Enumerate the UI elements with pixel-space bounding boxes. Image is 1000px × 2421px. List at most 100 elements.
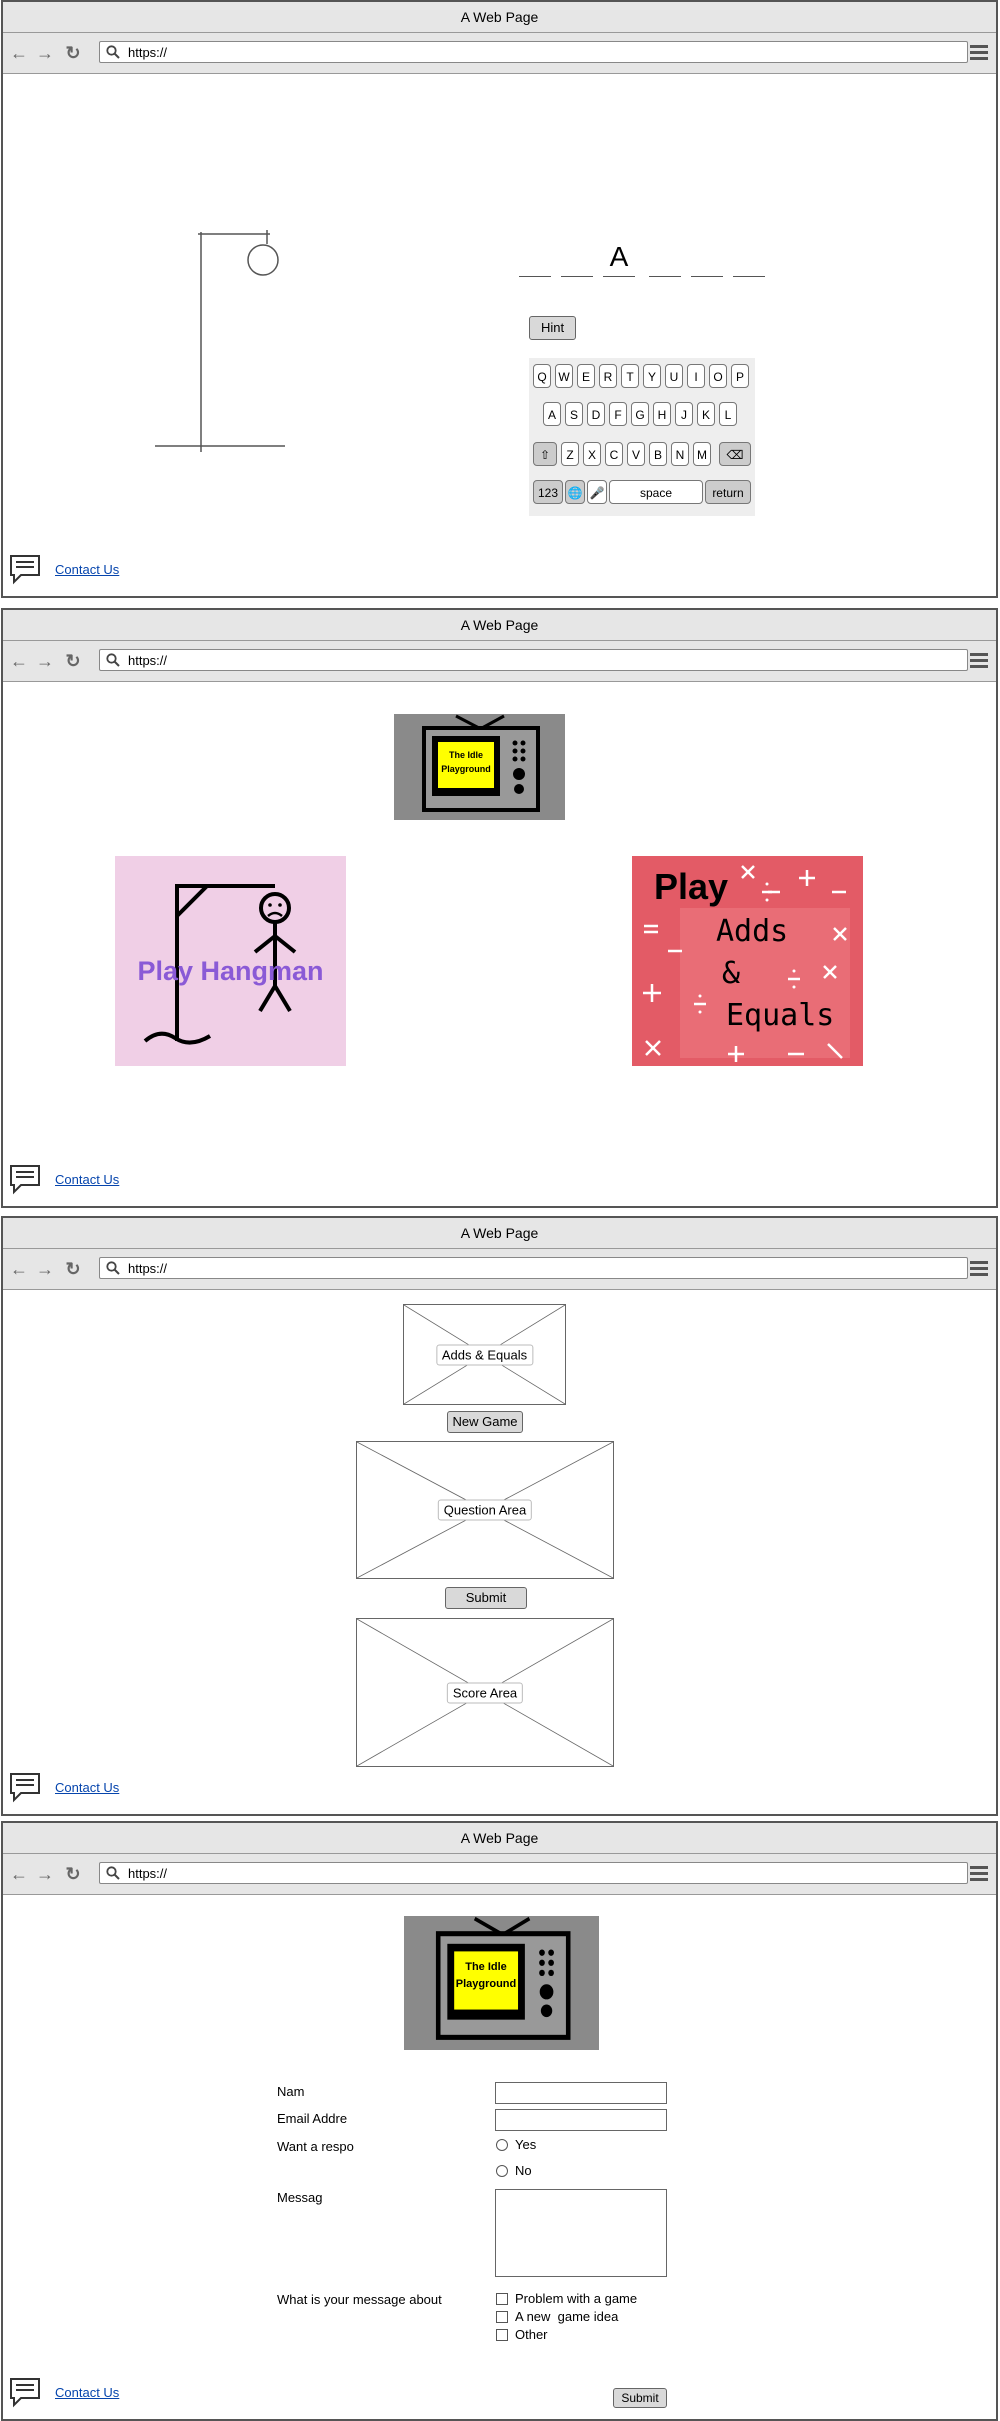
logo-text-line2: Playground <box>455 1978 517 1990</box>
chat-icon[interactable] <box>9 553 41 585</box>
reload-icon[interactable]: ↻ <box>63 1864 83 1884</box>
back-icon[interactable]: ← <box>9 1259 29 1279</box>
response-no-label: No <box>515 2163 532 2178</box>
play-hangman-tile[interactable]: Play Hangman <box>115 856 346 1066</box>
key-a[interactable]: A <box>543 402 561 426</box>
question-area: Question Area <box>356 1441 614 1579</box>
email-input[interactable] <box>495 2109 667 2131</box>
footer: Contact Us <box>9 552 119 586</box>
key-n[interactable]: N <box>671 442 689 466</box>
reload-icon[interactable]: ↻ <box>63 43 83 63</box>
topic-checkbox[interactable] <box>496 2293 508 2305</box>
space-key[interactable]: space <box>609 480 703 504</box>
contact-us-link[interactable]: Contact Us <box>55 562 119 577</box>
message-topic-label: What is your message about <box>277 2292 442 2307</box>
shift-key[interactable]: ⇧ <box>533 442 557 466</box>
key-h[interactable]: H <box>653 402 671 426</box>
idle-playground-logo: The Idle Playground <box>404 1916 599 2050</box>
search-icon <box>106 1866 120 1880</box>
menu-icon[interactable] <box>970 653 988 671</box>
adds-tile-line2: & <box>722 956 741 991</box>
key-r[interactable]: R <box>599 364 617 388</box>
play-adds-equals-tile[interactable]: Play Adds & Equals <box>632 856 863 1066</box>
letter-slot <box>519 240 551 277</box>
key-w[interactable]: W <box>555 364 573 388</box>
response-yes-radio[interactable] <box>496 2139 508 2151</box>
key-s[interactable]: S <box>565 402 583 426</box>
menu-icon[interactable] <box>970 1261 988 1279</box>
response-no-radio[interactable] <box>496 2165 508 2177</box>
key-t[interactable]: T <box>621 364 639 388</box>
topic-checkbox[interactable] <box>496 2329 508 2341</box>
contact-us-link[interactable]: Contact Us <box>55 1780 119 1795</box>
chat-icon[interactable] <box>9 2376 41 2408</box>
url-bar[interactable]: https:// <box>99 1862 968 1884</box>
microphone-icon[interactable]: 🎤 <box>587 480 607 504</box>
word-display: A <box>519 240 769 280</box>
key-q[interactable]: Q <box>533 364 551 388</box>
key-l[interactable]: L <box>719 402 737 426</box>
contact-us-link[interactable]: Contact Us <box>55 2385 119 2400</box>
key-v[interactable]: V <box>627 442 645 466</box>
numbers-key[interactable]: 123 <box>533 480 563 504</box>
chat-icon[interactable] <box>9 1163 41 1195</box>
onscreen-keyboard: QWERTYUIOP ASDFGHJKL ⇧ ZXCVBNM ⌫ 123 🌐 🎤… <box>529 358 755 516</box>
key-j[interactable]: J <box>675 402 693 426</box>
return-key[interactable]: return <box>705 480 751 504</box>
reload-icon[interactable]: ↻ <box>63 1259 83 1279</box>
letter-slot <box>733 240 765 277</box>
key-y[interactable]: Y <box>643 364 661 388</box>
url-bar[interactable]: https:// <box>99 41 968 63</box>
key-o[interactable]: O <box>709 364 727 388</box>
logo-text-line1: The Idle <box>448 750 483 760</box>
key-d[interactable]: D <box>587 402 605 426</box>
key-u[interactable]: U <box>665 364 683 388</box>
chat-icon[interactable] <box>9 1771 41 1803</box>
game-title-image: Adds & Equals <box>403 1304 566 1405</box>
hangman-tile-label: Play Hangman <box>137 956 324 986</box>
key-m[interactable]: M <box>693 442 711 466</box>
letter-slot <box>691 240 723 277</box>
submit-answer-button[interactable]: Submit <box>445 1587 527 1609</box>
menu-icon[interactable] <box>970 45 988 63</box>
key-k[interactable]: K <box>697 402 715 426</box>
topic-checkbox[interactable] <box>496 2311 508 2323</box>
key-e[interactable]: E <box>577 364 595 388</box>
key-b[interactable]: B <box>649 442 667 466</box>
key-x[interactable]: X <box>583 442 601 466</box>
url-text: https:// <box>128 1866 168 1881</box>
backspace-key[interactable]: ⌫ <box>719 442 751 466</box>
reload-icon[interactable]: ↻ <box>63 651 83 671</box>
url-text: https:// <box>128 1261 168 1276</box>
back-icon[interactable]: ← <box>9 1864 29 1884</box>
key-p[interactable]: P <box>731 364 749 388</box>
new-game-button[interactable]: New Game <box>447 1411 523 1433</box>
search-icon <box>106 1261 120 1275</box>
key-z[interactable]: Z <box>561 442 579 466</box>
contact-us-link[interactable]: Contact Us <box>55 1172 119 1187</box>
key-f[interactable]: F <box>609 402 627 426</box>
window-title: A Web Page <box>3 610 996 641</box>
forward-icon[interactable]: → <box>35 1864 55 1884</box>
url-text: https:// <box>128 45 168 60</box>
forward-icon[interactable]: → <box>35 651 55 671</box>
letter-slot <box>649 240 681 277</box>
forward-icon[interactable]: → <box>35 43 55 63</box>
hint-button[interactable]: Hint <box>529 316 576 340</box>
url-bar[interactable]: https:// <box>99 649 968 671</box>
globe-icon[interactable]: 🌐 <box>565 480 585 504</box>
back-icon[interactable]: ← <box>9 43 29 63</box>
idle-playground-logo: The Idle Playground <box>394 714 565 820</box>
url-bar[interactable]: https:// <box>99 1257 968 1279</box>
key-g[interactable]: G <box>631 402 649 426</box>
message-textarea[interactable] <box>495 2189 667 2277</box>
name-input[interactable] <box>495 2082 667 2104</box>
url-text: https:// <box>128 653 168 668</box>
forward-icon[interactable]: → <box>35 1259 55 1279</box>
key-c[interactable]: C <box>605 442 623 466</box>
menu-icon[interactable] <box>970 1866 988 1884</box>
submit-form-button[interactable]: Submit <box>613 2388 667 2408</box>
back-icon[interactable]: ← <box>9 651 29 671</box>
key-i[interactable]: I <box>687 364 705 388</box>
window-title: A Web Page <box>3 1218 996 1249</box>
